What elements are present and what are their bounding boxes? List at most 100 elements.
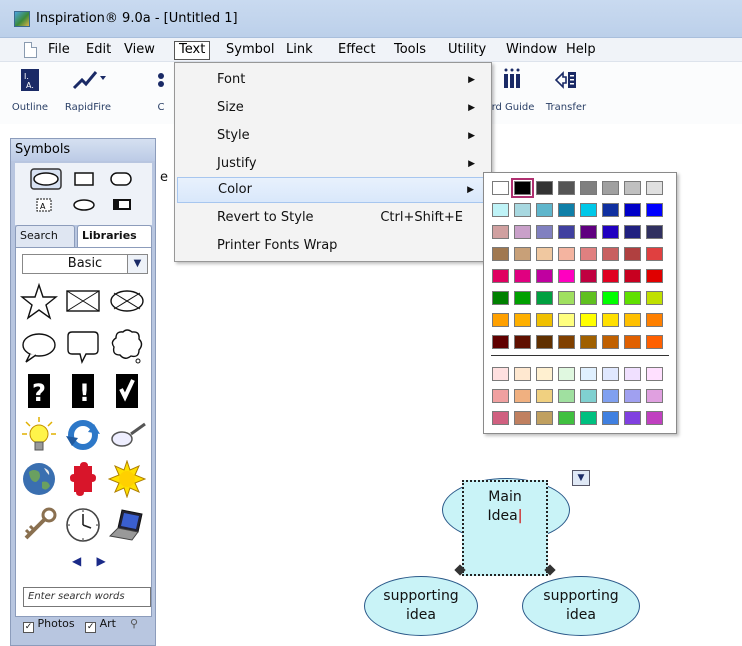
color-swatch[interactable]	[580, 203, 597, 217]
menu-edit[interactable]: Edit	[82, 41, 115, 60]
color-swatch[interactable]	[602, 411, 619, 425]
chevron-down-icon[interactable]: ▼	[127, 255, 147, 273]
color-swatch[interactable]	[624, 411, 641, 425]
color-swatch[interactable]	[492, 367, 509, 381]
key-icon[interactable]	[20, 506, 58, 544]
transfer-button[interactable]: Transfer	[542, 68, 590, 122]
color-swatch[interactable]	[646, 411, 663, 425]
color-swatch[interactable]	[602, 313, 619, 327]
menu-item-color[interactable]: Color ▶	[177, 177, 489, 203]
star-symbol[interactable]	[20, 282, 58, 320]
puzzle-piece-icon[interactable]	[64, 460, 102, 498]
color-swatch[interactable]	[511, 178, 534, 198]
arrow-left-icon[interactable]: ◀	[72, 554, 81, 568]
supporting-idea-right[interactable]: supporting idea	[522, 576, 640, 636]
rapidfire-button[interactable]: RapidFire	[58, 68, 118, 122]
color-swatch[interactable]	[602, 367, 619, 381]
laptop-icon[interactable]	[108, 506, 146, 544]
sun-icon[interactable]	[107, 459, 147, 499]
color-swatch[interactable]	[536, 335, 553, 349]
color-swatch[interactable]	[624, 313, 641, 327]
color-swatch[interactable]	[514, 203, 531, 217]
menu-file[interactable]: File	[44, 41, 74, 60]
word-guide-button[interactable]: rd Guide	[490, 68, 536, 122]
color-swatch[interactable]	[646, 389, 663, 403]
menu-effect[interactable]: Effect	[334, 41, 379, 60]
color-swatch[interactable]	[646, 203, 663, 217]
color-swatch[interactable]	[514, 225, 531, 239]
color-swatch[interactable]	[492, 269, 509, 283]
exclamation-icon[interactable]: !	[68, 372, 106, 410]
outline-button[interactable]: I. A. Outline	[8, 68, 52, 122]
color-swatch[interactable]	[646, 335, 663, 349]
color-swatch[interactable]	[536, 203, 553, 217]
color-swatch[interactable]	[580, 291, 597, 305]
magnifier-icon[interactable]	[108, 416, 146, 454]
color-swatch[interactable]	[602, 225, 619, 239]
color-swatch[interactable]	[602, 203, 619, 217]
color-swatch[interactable]	[646, 247, 663, 261]
color-swatch[interactable]	[624, 269, 641, 283]
library-select[interactable]: Basic ▼	[22, 254, 148, 274]
color-swatch[interactable]	[558, 411, 575, 425]
menu-text[interactable]: Text	[174, 41, 211, 60]
color-swatch[interactable]	[492, 225, 509, 239]
color-swatch[interactable]	[558, 181, 575, 195]
menu-symbol[interactable]: Symbol	[222, 41, 278, 60]
menu-tools[interactable]: Tools	[390, 41, 430, 60]
thought-bubble-icon[interactable]	[108, 328, 146, 366]
menu-item-printer-fonts-wrap[interactable]: Printer Fonts Wrap	[177, 233, 489, 259]
color-swatch[interactable]	[580, 313, 597, 327]
color-swatch[interactable]	[514, 291, 531, 305]
color-swatch[interactable]	[536, 367, 553, 381]
c-button[interactable]: C	[150, 68, 172, 122]
tab-libraries[interactable]: Libraries	[77, 225, 152, 247]
search-icon[interactable]: ⚲	[130, 617, 138, 630]
color-swatch[interactable]	[536, 313, 553, 327]
node-menu-button[interactable]: ▼	[572, 470, 590, 486]
color-swatch[interactable]	[646, 181, 663, 195]
color-swatch[interactable]	[646, 225, 663, 239]
menu-item-revert-to-style[interactable]: Revert to Style Ctrl+Shift+E	[177, 205, 489, 231]
menu-item-justify[interactable]: Justify ▶	[177, 151, 489, 177]
menu-utility[interactable]: Utility	[444, 41, 490, 60]
color-swatch[interactable]	[624, 335, 641, 349]
color-swatch[interactable]	[580, 225, 597, 239]
color-swatch[interactable]	[646, 291, 663, 305]
checkmark-icon[interactable]	[112, 372, 150, 410]
question-mark-icon[interactable]: ?	[24, 372, 62, 410]
color-swatch[interactable]	[646, 269, 663, 283]
color-swatch[interactable]	[492, 291, 509, 305]
color-swatch[interactable]	[624, 291, 641, 305]
arrow-right-icon[interactable]: ▶	[97, 554, 106, 568]
color-swatch[interactable]	[536, 247, 553, 261]
rect-speech-bubble-icon[interactable]	[64, 328, 102, 366]
color-swatch[interactable]	[492, 335, 509, 349]
color-swatch[interactable]	[536, 225, 553, 239]
color-swatch[interactable]	[602, 335, 619, 349]
globe-icon[interactable]	[20, 460, 58, 498]
color-swatch[interactable]	[580, 269, 597, 283]
color-swatch[interactable]	[492, 411, 509, 425]
color-swatch[interactable]	[558, 389, 575, 403]
color-swatch[interactable]	[646, 313, 663, 327]
photos-checkbox[interactable]: ✓	[23, 622, 34, 633]
crossed-rectangle-symbol[interactable]	[64, 282, 102, 320]
color-swatch[interactable]	[536, 181, 553, 195]
color-swatch[interactable]	[580, 367, 597, 381]
color-swatch[interactable]	[514, 269, 531, 283]
color-swatch[interactable]	[558, 335, 575, 349]
color-swatch[interactable]	[602, 247, 619, 261]
color-swatch[interactable]	[580, 181, 597, 195]
color-swatch[interactable]	[602, 389, 619, 403]
lightbulb-icon[interactable]	[20, 416, 58, 454]
color-swatch[interactable]	[558, 247, 575, 261]
color-swatch[interactable]	[624, 367, 641, 381]
color-swatch[interactable]	[536, 291, 553, 305]
supporting-idea-left[interactable]: supporting idea	[364, 576, 478, 636]
color-swatch[interactable]	[492, 247, 509, 261]
color-swatch[interactable]	[558, 291, 575, 305]
color-swatch[interactable]	[580, 411, 597, 425]
color-swatch[interactable]	[492, 313, 509, 327]
tab-search[interactable]: Search	[15, 225, 75, 247]
